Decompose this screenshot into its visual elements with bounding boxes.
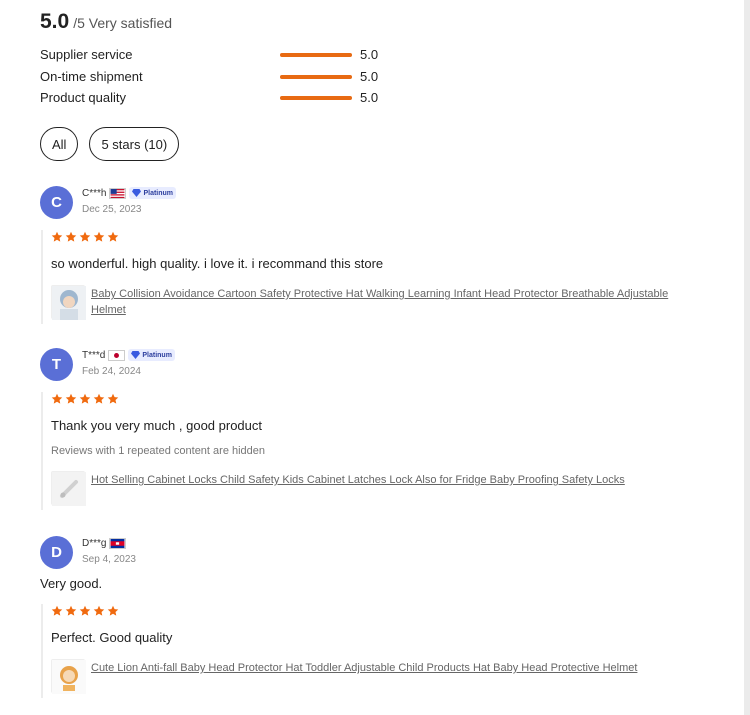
star-icon [65,605,77,616]
star-icon [79,393,91,404]
overall-score: 5.0 [40,10,70,33]
star-icon [51,231,63,242]
metric-bar-fill [280,53,352,57]
review-filters: All 5 stars (10) [40,127,180,161]
filter-5-stars-button[interactable]: 5 stars (10) [89,127,180,161]
star-rating [51,392,691,406]
product-link[interactable]: Cute Lion Anti-fall Baby Head Protector … [91,660,637,676]
scrollbar-track[interactable] [744,0,750,715]
diamond-icon [132,189,142,197]
product-thumbnail[interactable] [51,659,86,694]
diamond-icon [131,351,141,359]
reviewer-name: D***g [82,537,107,549]
reviewer-name: C***h [82,187,107,199]
review-comment: Thank you very much , good product [51,418,263,433]
review-date: Dec 25, 2023 [82,204,142,215]
product-thumbnail[interactable] [51,285,86,320]
platinum-badge: Platinum [128,349,175,361]
us-flag-icon [109,187,127,199]
metric-label: Supplier service [40,47,133,62]
product-link[interactable]: Baby Collision Avoidance Cartoon Safety … [91,286,691,318]
star-icon [65,393,77,404]
product-reference: Baby Collision Avoidance Cartoon Safety … [51,285,691,320]
overall-score-suffix: /5 Very satisfied [73,15,173,31]
metric-product-quality: Product quality 5.0 [40,89,400,107]
avatar: T [40,348,73,381]
jp-flag-icon [108,349,126,361]
star-rating [51,230,691,244]
badge-label: Platinum [142,351,172,359]
review-comment: so wonderful. high quality. i love it. i… [51,256,384,271]
star-icon [65,231,77,242]
rating-summary: 5.0/5 Very satisfied [40,10,172,34]
metric-value: 5.0 [360,47,379,62]
lion-helmet-image [52,660,86,694]
avatar: C [40,186,73,219]
star-icon [51,605,63,616]
metric-value: 5.0 [360,69,379,84]
star-rating [51,604,691,618]
reviewer-meta: T***d Platinum Feb 24, 2024 [82,348,175,377]
review-date: Sep 4, 2023 [82,554,136,565]
review-date: Feb 24, 2024 [82,366,141,377]
star-icon [51,393,63,404]
review-additional-comment: Very good. [40,576,103,591]
metric-label: Product quality [40,90,126,105]
product-link[interactable]: Hot Selling Cabinet Locks Child Safety K… [91,472,625,488]
product-reference: Hot Selling Cabinet Locks Child Safety K… [51,471,691,506]
metric-bar-fill [280,96,352,100]
star-icon [107,393,119,404]
badge-label: Platinum [143,189,174,197]
platinum-badge: Platinum [129,187,177,199]
helmet-baby-image [52,286,86,320]
reviewer-meta: C***h Platinum Dec 25, 2023 [82,186,177,215]
filter-all-button[interactable]: All [40,127,79,161]
review-comment: Perfect. Good quality [51,630,173,645]
review-body: Perfect. Good quality Cute Lion Anti-fal… [41,604,691,698]
star-icon [107,605,119,616]
metric-on-time-shipment: On-time shipment 5.0 [40,68,400,86]
cabinet-lock-image [52,472,86,506]
product-reference: Cute Lion Anti-fall Baby Head Protector … [51,659,691,694]
metric-bar [280,53,352,57]
star-icon [107,231,119,242]
star-icon [93,605,105,616]
review-body: Thank you very much , good product Revie… [41,392,691,510]
review-body: so wonderful. high quality. i love it. i… [41,230,691,324]
metric-bar [280,75,352,79]
star-icon [93,393,105,404]
kh-flag-icon [109,537,127,549]
product-thumbnail[interactable] [51,471,86,506]
avatar: D [40,536,73,569]
reviewer-name: T***d [82,349,106,361]
metric-supplier-service: Supplier service 5.0 [40,46,400,64]
star-icon [93,231,105,242]
hidden-reviews-note: Reviews with 1 repeated content are hidd… [51,445,266,457]
reviewer-meta: D***g Sep 4, 2023 [82,536,136,565]
metric-label: On-time shipment [40,69,143,84]
metric-bar [280,96,352,100]
star-icon [79,231,91,242]
star-icon [79,605,91,616]
metric-value: 5.0 [360,90,379,105]
metric-bar-fill [280,75,352,79]
